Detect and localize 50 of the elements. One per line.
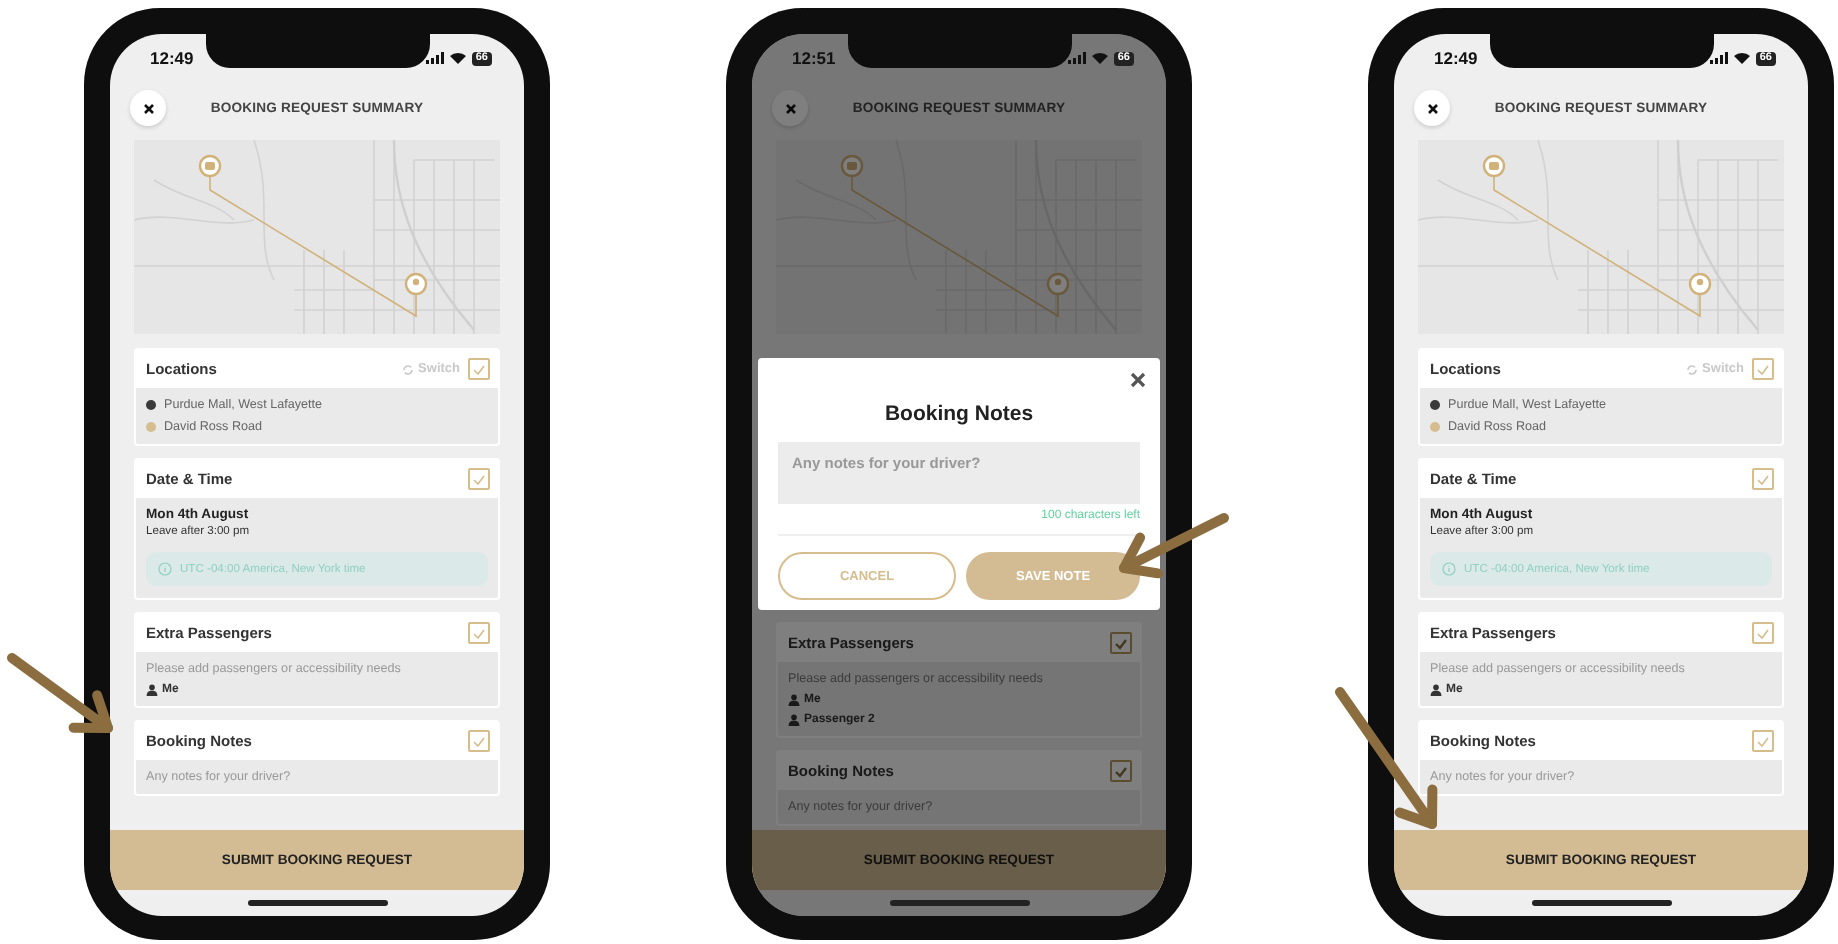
status-time: 12:49: [150, 48, 194, 68]
home-indicator: [889, 900, 1029, 906]
check-icon: [1756, 473, 1770, 485]
close-button[interactable]: [1414, 90, 1450, 126]
wifi-icon: [449, 52, 466, 64]
check-icon: [1756, 735, 1770, 747]
signal-icon: [1067, 52, 1086, 64]
annotation-arrow: [1119, 513, 1229, 579]
signal-icon: [1709, 52, 1728, 64]
annotation-arrow: [7, 653, 113, 733]
checkbox[interactable]: [1110, 632, 1132, 654]
close-icon: [1427, 103, 1437, 113]
refresh-icon: [402, 363, 415, 375]
checkbox[interactable]: [1752, 358, 1774, 380]
status-time: 12:49: [1434, 48, 1478, 68]
close-button[interactable]: [1130, 372, 1146, 388]
person-icon: [1430, 684, 1442, 696]
person-icon: [146, 684, 158, 696]
checkbox[interactable]: [468, 358, 490, 380]
signal-icon: [425, 52, 444, 64]
close-icon: [1130, 372, 1146, 388]
checkbox[interactable]: [1752, 730, 1774, 752]
checkbox[interactable]: [1752, 622, 1774, 644]
close-icon: [143, 103, 153, 113]
check-icon: [472, 363, 486, 375]
refresh-icon: [1686, 363, 1699, 375]
home-indicator: [1531, 900, 1671, 906]
home-indicator: [247, 900, 387, 906]
info-icon: [1442, 562, 1456, 576]
wifi-icon: [1091, 52, 1108, 64]
check-icon: [472, 627, 486, 639]
wifi-icon: [1733, 52, 1750, 64]
check-icon: [1114, 637, 1128, 649]
check-icon: [1756, 363, 1770, 375]
checkbox[interactable]: [468, 730, 490, 752]
checkbox[interactable]: [468, 468, 490, 490]
status-time: 12:51: [792, 48, 836, 68]
dialog-title: Booking Notes: [882, 402, 1036, 426]
person-icon: [788, 694, 800, 706]
person-icon: [788, 714, 800, 726]
check-icon: [472, 473, 486, 485]
close-icon: [785, 103, 795, 113]
info-icon: [158, 562, 172, 576]
check-icon: [1756, 627, 1770, 639]
checkbox[interactable]: [1752, 468, 1774, 490]
close-button[interactable]: [130, 90, 166, 126]
checkbox[interactable]: [468, 622, 490, 644]
check-icon: [472, 735, 486, 747]
checkbox[interactable]: [1110, 760, 1132, 782]
check-icon: [1114, 765, 1128, 777]
